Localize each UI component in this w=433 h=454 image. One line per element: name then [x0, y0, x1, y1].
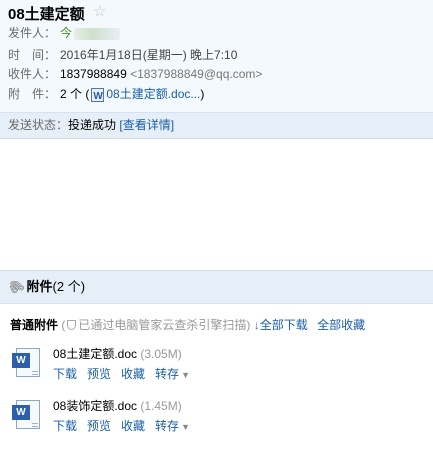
attachment-count: 2 个 ( [60, 87, 90, 101]
attachments-subheader: 普通附件 (已通过电脑管家云查杀引擎扫描) ↓全部下载 全部收藏 [10, 316, 365, 334]
word-doc-icon [91, 87, 105, 106]
recipient-name[interactable]: 1837988849 [60, 67, 127, 81]
save-to-link[interactable]: 转存 [155, 367, 179, 381]
mail-header: 08土建定额 ☆ 发件人：今 时 间： 2016年1月18日(星期一) 晚上7:1… [0, 0, 433, 112]
chevron-down-icon[interactable]: ▼ [181, 422, 190, 432]
word-doc-icon[interactable]: W [12, 348, 42, 378]
shield-icon [67, 320, 77, 330]
download-all-link[interactable]: 全部下载 [260, 318, 308, 332]
attachment-close: ) [200, 87, 205, 101]
attachment-file-1: W 08土建定额.doc (3.05M) 下载 预览 收藏 转存 ▼ [12, 346, 432, 388]
file-size: (1.45M) [140, 399, 182, 413]
scan-status: 已通过电脑管家云查杀引擎扫描) [78, 318, 251, 332]
attachment-link[interactable]: 08土建定额.doc... [106, 87, 200, 101]
star-icon[interactable]: ☆ [93, 2, 106, 20]
sender-label: 发件人： [8, 26, 57, 40]
status-label: 发送状态： [8, 118, 69, 132]
download-link[interactable]: 下载 [53, 367, 77, 381]
delivery-status-bar: 发送状态：投递成功 [查看详情] [0, 112, 433, 139]
mail-subject: 08土建定额 [8, 6, 85, 23]
sender-blurred [74, 27, 121, 40]
attachment-row: 附 件：2 个 ( 08土建定额.doc...) [8, 85, 205, 106]
collect-link[interactable]: 收藏 [121, 419, 145, 433]
file-name[interactable]: 08土建定额.doc [53, 347, 137, 361]
save-to-link[interactable]: 转存 [155, 419, 179, 433]
view-details-link[interactable]: [查看详情] [119, 118, 174, 132]
preview-link[interactable]: 预览 [87, 367, 111, 381]
file-name[interactable]: 08装饰定额.doc [53, 399, 137, 413]
preview-link[interactable]: 预览 [87, 419, 111, 433]
time-value: 2016年1月18日(星期一) 晚上7:10 [60, 48, 238, 62]
file-size: (3.05M) [140, 347, 182, 361]
sender-name[interactable]: 今 [60, 26, 72, 40]
time-row: 时 间： 2016年1月18日(星期一) 晚上7:10 [8, 46, 237, 64]
attachments-count: (2 个) [52, 279, 86, 294]
sender-row: 发件人：今 [8, 24, 121, 42]
recipient-row: 收件人： 1837988849 <1837988849@qq.com> [8, 65, 262, 83]
attachments-title: 附件 [26, 279, 53, 294]
collect-all-link[interactable]: 全部收藏 [317, 318, 365, 332]
chevron-down-icon[interactable]: ▼ [181, 370, 190, 380]
normal-attachments-title: 普通附件 [10, 318, 59, 332]
word-doc-icon[interactable]: W [12, 400, 42, 430]
attachment-label: 附 件： [8, 87, 57, 101]
recipient-label: 收件人： [8, 67, 57, 81]
scan-open: ( [61, 318, 66, 332]
collect-link[interactable]: 收藏 [121, 367, 145, 381]
download-link[interactable]: 下载 [53, 419, 77, 433]
attachment-file-2: W 08装饰定额.doc (1.45M) 下载 预览 收藏 转存 ▼ [12, 398, 432, 440]
attachments-header: 🖇附件(2 个) [0, 270, 433, 304]
time-label: 时 间： [8, 48, 57, 62]
status-value: 投递成功 [68, 118, 117, 132]
recipient-address: <1837988849@qq.com> [130, 67, 263, 81]
